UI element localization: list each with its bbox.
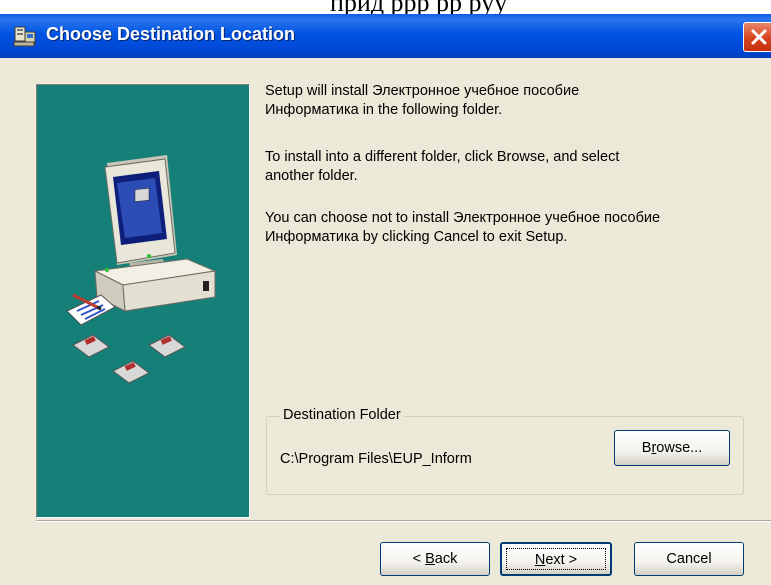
title-bar: Choose Destination Location bbox=[0, 14, 771, 58]
close-icon bbox=[751, 29, 767, 45]
cancel-line-1: You can choose not to install Электронно… bbox=[265, 210, 661, 226]
destination-folder-label: Destination Folder bbox=[280, 407, 404, 423]
footer-separator bbox=[36, 520, 771, 522]
cancel-button[interactable]: Cancel bbox=[634, 542, 744, 576]
intro-line-2: Информатика in the following folder. bbox=[265, 102, 503, 118]
back-label-prefix: < bbox=[412, 551, 426, 567]
back-button[interactable]: < Back bbox=[380, 542, 490, 576]
browse-label-pre: B bbox=[641, 440, 652, 456]
close-button[interactable] bbox=[743, 22, 771, 52]
window-title: Choose Destination Location bbox=[46, 24, 296, 44]
browse-line-2: another folder. bbox=[265, 168, 358, 184]
disk-icon bbox=[72, 334, 186, 384]
intro-paragraph: Setup will install Электронное учебное п… bbox=[265, 82, 579, 120]
back-label-rest: ack bbox=[434, 551, 458, 567]
back-label-mnemonic: B bbox=[425, 551, 435, 567]
next-button[interactable]: Next > bbox=[500, 542, 612, 576]
focus-rect bbox=[506, 548, 606, 570]
document-text-fragment: прид ррр рр руу bbox=[0, 0, 771, 14]
browse-instructions: To install into a different folder, clic… bbox=[265, 148, 619, 186]
setup-illustration bbox=[66, 155, 217, 384]
cancel-instructions: You can choose not to install Электронно… bbox=[265, 209, 660, 247]
setup-dialog: Choose Destination Location Setup will i… bbox=[0, 14, 771, 585]
computer-icon bbox=[93, 155, 217, 312]
cancel-line-2: Информатика by clicking Cancel to exit S… bbox=[265, 229, 568, 245]
intro-line-1: Setup will install Электронное учебное п… bbox=[265, 83, 580, 99]
installer-icon bbox=[13, 26, 36, 47]
browse-button[interactable]: Browse... bbox=[614, 430, 730, 466]
browse-label-post: owse... bbox=[656, 440, 703, 456]
setup-graphic-panel bbox=[36, 84, 250, 518]
browse-line-1: To install into a different folder, clic… bbox=[265, 149, 620, 165]
destination-path: C:\Program Files\EUP_Inform bbox=[280, 451, 472, 467]
